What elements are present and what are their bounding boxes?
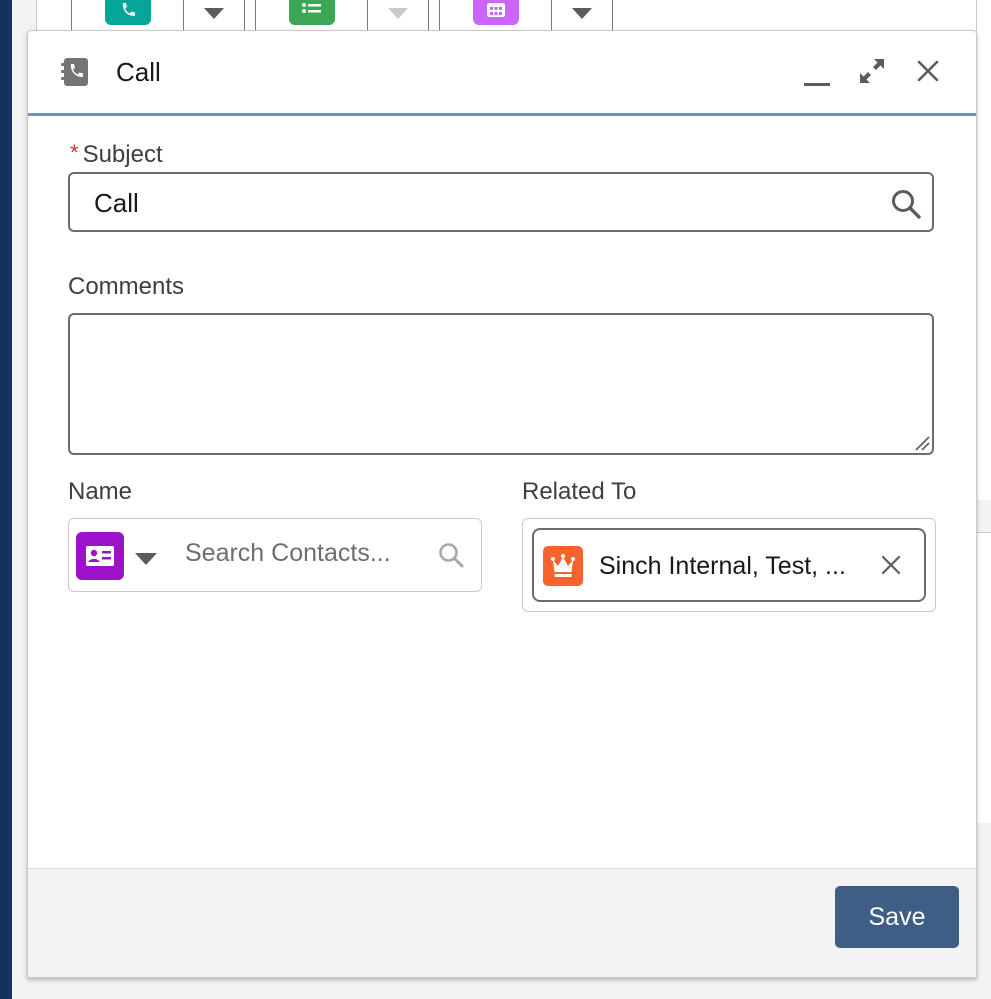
call-log-icon xyxy=(105,0,151,25)
new-event-dropdown-button[interactable] xyxy=(551,0,613,31)
subject-combobox[interactable]: Call xyxy=(68,172,934,232)
comments-textarea[interactable] xyxy=(68,313,934,455)
background-side-card xyxy=(976,0,991,500)
resize-handle-icon[interactable] xyxy=(912,433,930,451)
new-event-action-button[interactable] xyxy=(439,0,553,31)
chevron-down-icon[interactable] xyxy=(135,553,157,565)
calendar-icon xyxy=(473,0,519,25)
comments-label: Comments xyxy=(68,273,185,300)
log-call-modal: Call * Subject Call Comments Name Search… xyxy=(27,30,977,978)
related-record-name: Sinch Internal, Test, ... xyxy=(599,552,846,580)
name-search-input[interactable] xyxy=(185,539,425,568)
background-side-card xyxy=(976,532,991,823)
search-icon xyxy=(439,543,464,568)
expand-icon xyxy=(860,59,884,83)
new-task-dropdown-button[interactable] xyxy=(367,0,429,31)
call-log-icon xyxy=(60,56,90,88)
name-lookup xyxy=(68,518,482,592)
subject-label: * Subject xyxy=(70,140,163,168)
close-icon xyxy=(917,60,939,82)
remove-icon[interactable] xyxy=(878,552,904,578)
related-to-label: Related To xyxy=(522,478,637,505)
log-call-action-button[interactable] xyxy=(71,0,185,31)
chevron-down-icon xyxy=(388,7,408,19)
minimize-button[interactable] xyxy=(800,53,836,89)
contact-card-icon[interactable] xyxy=(76,532,124,580)
chevron-down-icon xyxy=(204,7,224,19)
save-button[interactable]: Save xyxy=(835,886,959,948)
expand-button[interactable] xyxy=(854,53,890,89)
name-label: Name xyxy=(68,478,133,505)
related-to-lookup: Sinch Internal, Test, ... xyxy=(522,518,936,612)
modal-header: Call xyxy=(28,31,976,116)
subject-value: Call xyxy=(94,188,139,218)
related-record-pill[interactable]: Sinch Internal, Test, ... xyxy=(532,528,926,602)
log-call-dropdown-button[interactable] xyxy=(183,0,245,31)
search-icon xyxy=(892,190,921,219)
minimize-icon xyxy=(804,83,830,86)
modal-title: Call xyxy=(116,57,161,87)
required-marker: * xyxy=(70,140,79,165)
modal-footer: Save xyxy=(28,868,976,977)
task-list-icon xyxy=(289,0,335,25)
chevron-down-icon xyxy=(572,7,592,19)
crown-icon xyxy=(543,546,583,586)
close-button[interactable] xyxy=(910,53,946,89)
new-task-action-button[interactable] xyxy=(255,0,369,31)
